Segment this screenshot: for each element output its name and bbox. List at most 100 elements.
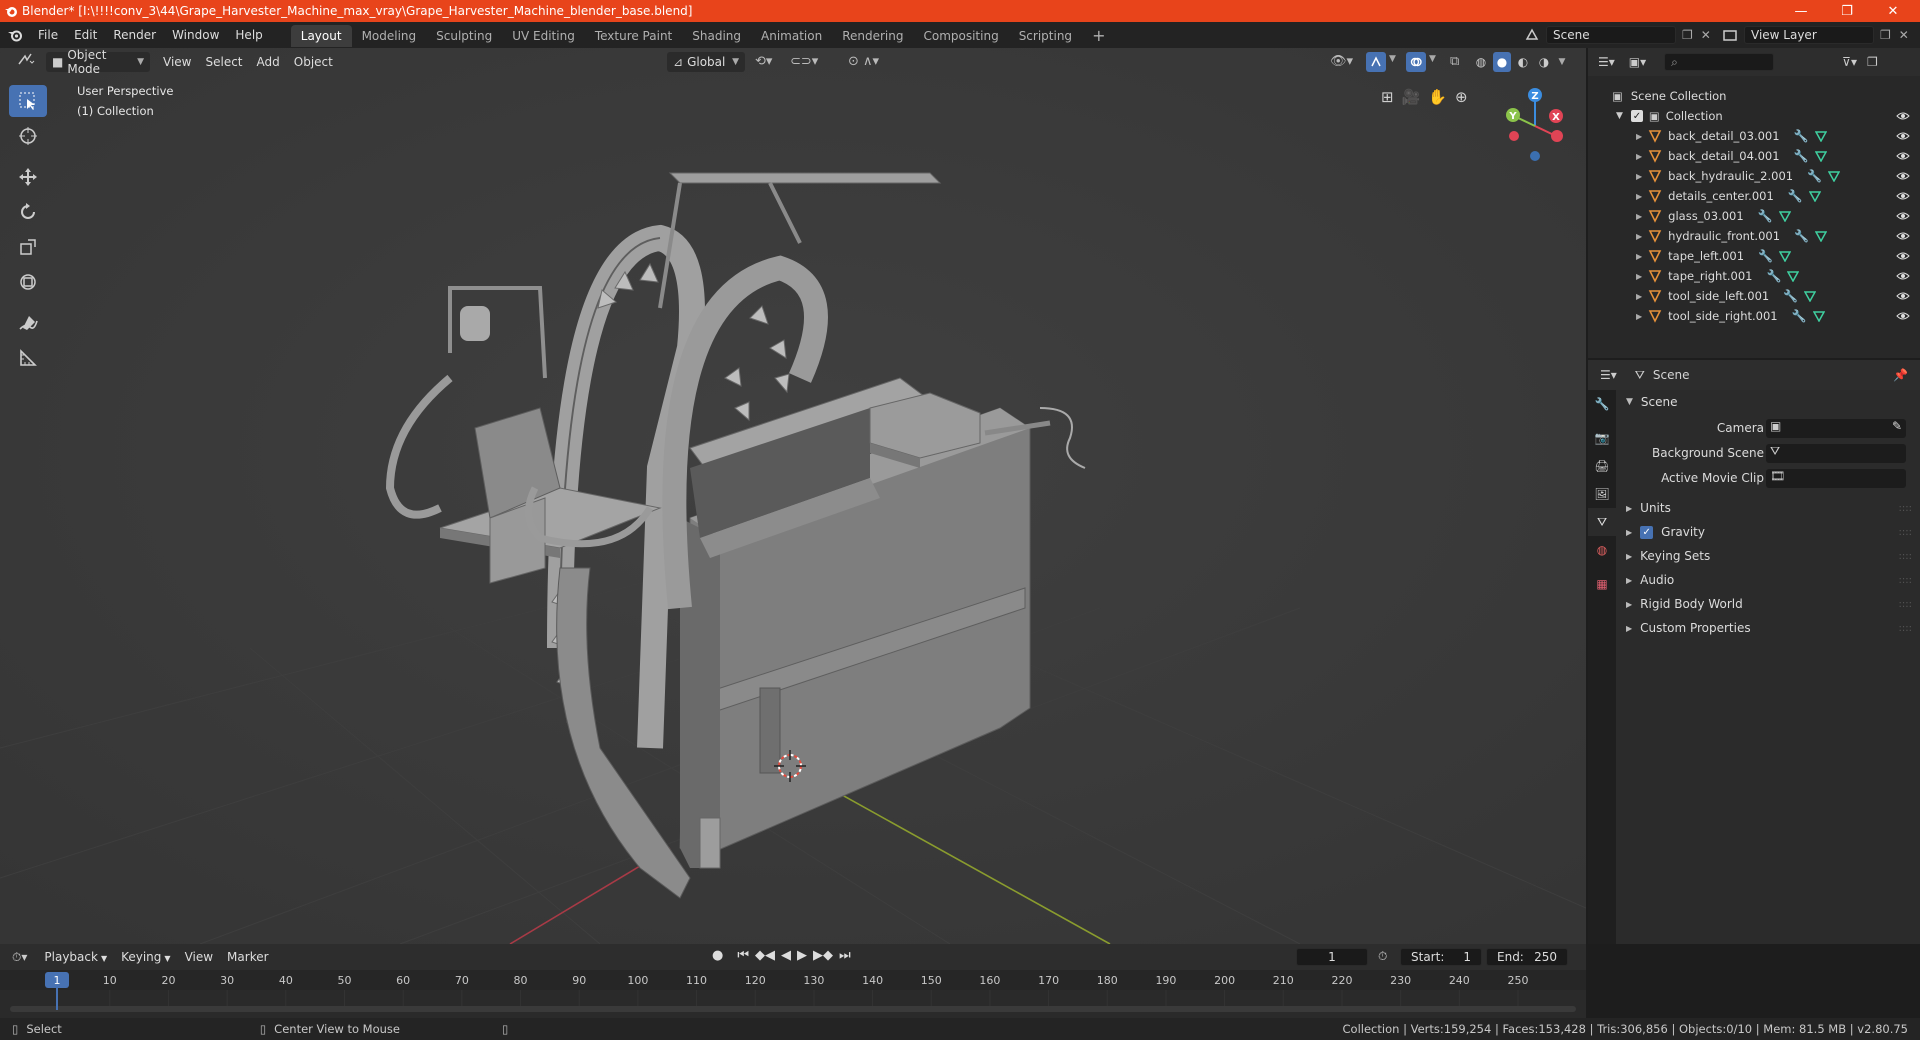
collection-checkbox[interactable]: ✓ [1630, 110, 1643, 122]
chevron-down-icon[interactable]: ▼ [1389, 54, 1396, 64]
outliner-row-object[interactable]: ▶ hydraulic_front.001 🔧 [1588, 226, 1920, 246]
outliner-row-object[interactable]: ▶ tape_right.001 🔧 [1588, 266, 1920, 286]
scene-panel-header[interactable]: ▼ Scene [1626, 391, 1912, 413]
modifier-wrench-icon[interactable]: 🔧 [1758, 249, 1773, 263]
mesh-data-icon[interactable] [1778, 210, 1791, 222]
visibility-eye-icon[interactable] [1896, 309, 1910, 323]
pivot-point-icon[interactable]: ⟲▾ [755, 54, 772, 69]
properties-section-audio[interactable]: ▶ Audio:::: [1626, 569, 1912, 591]
tab-texture-paint[interactable]: Texture Paint [585, 25, 682, 47]
texture-properties-tab[interactable]: ▦ [1588, 570, 1616, 598]
rendered-shading-icon[interactable]: ◑ [1535, 52, 1553, 72]
expand-arrow-icon[interactable]: ▶ [1636, 232, 1642, 241]
properties-editor-type-icon[interactable]: ☰▾ [1600, 368, 1617, 382]
tab-layout[interactable]: Layout [290, 25, 352, 47]
expand-arrow-icon[interactable]: ▼ [1616, 111, 1623, 121]
outliner-row-object[interactable]: ▶ back_detail_03.001 🔧 [1588, 126, 1920, 146]
outliner-row-object[interactable]: ▶ tool_side_left.001 🔧 [1588, 286, 1920, 306]
expand-arrow-icon[interactable]: ▶ [1636, 312, 1642, 321]
menu-select[interactable]: Select [198, 51, 249, 73]
menu-object[interactable]: Object [287, 51, 340, 73]
drag-handle-icon[interactable]: :::: [1899, 623, 1912, 634]
outliner-editor-type-icon[interactable]: ☰▾ [1598, 55, 1615, 69]
navigation-gizmo[interactable]: Z X Y [1500, 86, 1570, 166]
transform-tool[interactable] [9, 266, 47, 298]
outliner-row-scene-collection[interactable]: ▣ Scene Collection [1588, 86, 1920, 106]
mesh-data-icon[interactable] [1812, 310, 1825, 322]
outliner-row-object[interactable]: ▶ details_center.001 🔧 [1588, 186, 1920, 206]
output-properties-tab[interactable]: 🖨 [1588, 452, 1616, 480]
background-scene-field[interactable]: ⛛ [1766, 443, 1906, 463]
chevron-down-icon[interactable]: ▼ [1556, 52, 1568, 72]
expand-arrow-icon[interactable]: ▶ [1636, 212, 1642, 221]
display-mode-icon[interactable]: ▣▾ [1629, 55, 1646, 69]
menu-timeline-view[interactable]: View [178, 946, 220, 968]
expand-arrow-icon[interactable]: ▶ [1636, 132, 1642, 141]
visibility-icon[interactable]: 👁▾ [1330, 54, 1353, 69]
scene-properties-tab[interactable]: ⛛ [1588, 508, 1616, 536]
drag-handle-icon[interactable]: :::: [1899, 527, 1912, 538]
properties-section-custom-properties[interactable]: ▶ Custom Properties:::: [1626, 617, 1912, 639]
drag-handle-icon[interactable]: :::: [1899, 599, 1912, 610]
mesh-data-icon[interactable] [1828, 170, 1841, 182]
minimize-button[interactable]: — [1778, 0, 1824, 22]
expand-arrow-icon[interactable]: ▶ [1636, 272, 1642, 281]
menu-window[interactable]: Window [164, 22, 227, 48]
menu-help[interactable]: Help [227, 22, 270, 48]
menu-edit[interactable]: Edit [66, 22, 105, 48]
outliner-row-object[interactable]: ▶ back_hydraulic_2.001 🔧 [1588, 166, 1920, 186]
outliner-row-object[interactable]: ▶ tape_left.001 🔧 [1588, 246, 1920, 266]
gravity-checkbox[interactable]: ✓ [1640, 525, 1654, 539]
modifier-wrench-icon[interactable]: 🔧 [1792, 309, 1807, 323]
maximize-button[interactable]: ❐ [1824, 0, 1870, 22]
annotate-tool[interactable] [9, 307, 47, 339]
mesh-data-icon[interactable] [1808, 190, 1821, 202]
drag-handle-icon[interactable]: :::: [1899, 575, 1912, 586]
mesh-data-icon[interactable] [1787, 270, 1800, 282]
zoom-view-icon[interactable]: ⊕ [1455, 88, 1468, 106]
tab-animation[interactable]: Animation [751, 25, 832, 47]
properties-section-gravity[interactable]: ▶ ✓ Gravity:::: [1626, 521, 1912, 543]
toggle-grid-icon[interactable]: ⊞ [1381, 88, 1394, 106]
visibility-eye-icon[interactable] [1896, 189, 1910, 203]
view-layer-name-field[interactable]: View Layer [1744, 26, 1874, 44]
expand-arrow-icon[interactable]: ▶ [1636, 292, 1642, 301]
menu-marker[interactable]: Marker [220, 946, 275, 968]
properties-section-keying-sets[interactable]: ▶ Keying Sets:::: [1626, 545, 1912, 567]
filter-icon[interactable]: ⊽▾ [1842, 55, 1857, 69]
menu-add[interactable]: Add [250, 51, 287, 73]
outliner-row-collection[interactable]: ▼ ✓ ▣ Collection [1588, 106, 1920, 126]
record-keyframe-button[interactable]: ● [712, 948, 723, 963]
new-collection-icon[interactable]: ❐ [1867, 55, 1878, 69]
visibility-eye-icon[interactable] [1896, 289, 1910, 303]
select-box-tool[interactable] [9, 85, 47, 117]
expand-arrow-icon[interactable]: ▶ [1636, 152, 1642, 161]
visibility-eye-icon[interactable] [1896, 109, 1910, 123]
tab-compositing[interactable]: Compositing [913, 25, 1008, 47]
active-movie-clip-field[interactable]: 🎞 [1766, 468, 1906, 488]
menu-playback[interactable]: Playback ▼ [37, 946, 114, 968]
jump-to-end-button[interactable]: ⏭ [839, 948, 851, 963]
scene-selector[interactable]: Scene ❐ ✕ [1524, 26, 1711, 44]
tool-properties-tab[interactable]: 🔧 [1588, 390, 1616, 418]
tab-rendering[interactable]: Rendering [832, 25, 913, 47]
modifier-wrench-icon[interactable]: 🔧 [1788, 189, 1803, 203]
modifier-wrench-icon[interactable]: 🔧 [1758, 209, 1773, 223]
expand-arrow-icon[interactable]: ▶ [1636, 172, 1642, 181]
gizmo-toggle-icon[interactable] [1366, 52, 1386, 72]
render-properties-tab[interactable]: 📷 [1588, 424, 1616, 452]
proportional-editing-icon[interactable]: ⊙ ∧▾ [848, 54, 879, 69]
scene-name-field[interactable]: Scene [1546, 26, 1676, 44]
xray-toggle-icon[interactable]: ⧉ [1450, 54, 1459, 69]
object-mode-dropdown[interactable]: ■ Object Mode ▼ [46, 48, 150, 76]
blender-menu-icon[interactable] [0, 28, 30, 42]
visibility-eye-icon[interactable] [1896, 229, 1910, 243]
expand-arrow-icon[interactable]: ▶ [1636, 252, 1642, 261]
tab-modeling[interactable]: Modeling [352, 25, 427, 47]
pan-view-icon[interactable]: ✋ [1428, 88, 1447, 106]
camera-view-icon[interactable]: 🎥 [1402, 88, 1421, 106]
add-workspace-button[interactable]: + [1082, 25, 1115, 47]
overlays-toggle-icon[interactable] [1406, 52, 1426, 72]
expand-arrow-icon[interactable]: ▶ [1636, 192, 1642, 201]
mesh-data-icon[interactable] [1815, 230, 1827, 242]
